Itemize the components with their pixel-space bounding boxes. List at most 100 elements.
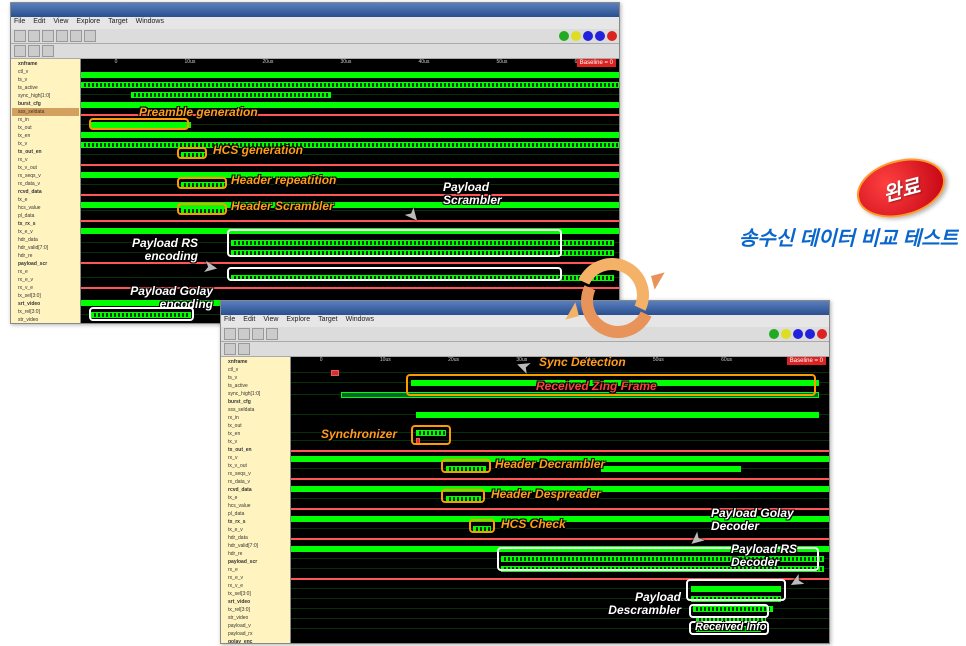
menu-windows[interactable]: Windows xyxy=(136,18,164,28)
tree-item[interactable]: sss_seldata xyxy=(12,108,79,116)
tree-item[interactable]: hdr_re xyxy=(12,252,79,260)
tree-item[interactable]: srt_video xyxy=(222,598,289,606)
tree-item[interactable]: rx_v_e xyxy=(222,582,289,590)
tree-item[interactable]: tx_en xyxy=(12,132,79,140)
tree-item[interactable]: tx_sel[3:0] xyxy=(12,292,79,300)
tree-item[interactable]: sync_high[1:0] xyxy=(222,390,289,398)
tool-btn[interactable] xyxy=(252,328,264,340)
tool-btn[interactable] xyxy=(84,30,96,42)
tree-item[interactable]: rx_seqs_v xyxy=(222,470,289,478)
tree-item[interactable]: tx_rel[3:0] xyxy=(12,308,79,316)
tree-item[interactable]: hdr_data xyxy=(12,236,79,244)
tree-item[interactable]: tx_out_en xyxy=(222,446,289,454)
status-icon[interactable] xyxy=(583,31,593,41)
tree-item[interactable]: sync_high[1:0] xyxy=(12,92,79,100)
tool-btn[interactable] xyxy=(14,45,26,57)
tree-item[interactable]: rx_seqs_v xyxy=(12,172,79,180)
tree-item[interactable]: payload_scr xyxy=(12,260,79,268)
tool-btn[interactable] xyxy=(56,30,68,42)
tool-btn[interactable] xyxy=(224,328,236,340)
tree-item[interactable]: pl_data xyxy=(12,212,79,220)
tree-item[interactable]: burst_cfg xyxy=(12,100,79,108)
tree-item[interactable]: hdr_data xyxy=(222,534,289,542)
tree-item[interactable]: sss_seldata xyxy=(222,406,289,414)
tree-item[interactable]: tx_v_out xyxy=(12,164,79,172)
tree-item[interactable]: tx_e xyxy=(12,196,79,204)
tree-item[interactable]: ts_active xyxy=(12,84,79,92)
tool-btn[interactable] xyxy=(224,343,236,355)
tree-item[interactable]: tx_rx_s xyxy=(222,518,289,526)
tree-item[interactable]: ctl_v xyxy=(12,68,79,76)
tree-item[interactable]: burst_cfg xyxy=(222,398,289,406)
tool-btn[interactable] xyxy=(238,328,250,340)
tree-item[interactable]: rx_in xyxy=(222,414,289,422)
tree-item[interactable]: tx_en xyxy=(222,430,289,438)
status-icon[interactable] xyxy=(559,31,569,41)
tree-item[interactable]: rx_data_v xyxy=(12,180,79,188)
tree-item[interactable]: hdr_valid[7:0] xyxy=(12,244,79,252)
tree-item[interactable]: tx_v_out xyxy=(222,462,289,470)
status-icon[interactable] xyxy=(571,31,581,41)
tree-item[interactable]: rx_in xyxy=(12,116,79,124)
signal-tree-tx[interactable]: xnframe ctl_v ts_v ts_active sync_high[1… xyxy=(11,59,81,323)
status-icon[interactable] xyxy=(769,329,779,339)
tree-item[interactable]: ts_active xyxy=(222,382,289,390)
tool-btn[interactable] xyxy=(42,30,54,42)
tool-btn[interactable] xyxy=(70,30,82,42)
tree-item[interactable]: xnframe xyxy=(222,358,289,366)
tool-btn[interactable] xyxy=(42,45,54,57)
status-icon[interactable] xyxy=(595,31,605,41)
status-icon[interactable] xyxy=(817,329,827,339)
tree-item[interactable]: rcvd_data xyxy=(12,188,79,196)
tool-btn[interactable] xyxy=(238,343,250,355)
tree-item[interactable]: tx_out_en xyxy=(12,148,79,156)
menu-file[interactable]: File xyxy=(14,18,25,28)
tree-item[interactable]: tx_v xyxy=(12,140,79,148)
status-icon[interactable] xyxy=(781,329,791,339)
tree-item[interactable]: rx_e_v xyxy=(12,276,79,284)
tree-item[interactable]: rx_data_v xyxy=(222,478,289,486)
tree-item[interactable]: xnframe xyxy=(12,60,79,68)
tree-item[interactable]: golay_enc xyxy=(222,638,289,643)
tree-item[interactable]: str_video xyxy=(12,316,79,323)
waveform-rx[interactable]: 010us 20us30us 40us50us 60us70us Baselin… xyxy=(291,357,829,643)
menu-target[interactable]: Target xyxy=(318,316,337,326)
tree-item[interactable]: tx_e_v xyxy=(222,526,289,534)
menu-edit[interactable]: Edit xyxy=(33,18,45,28)
menu-explore[interactable]: Explore xyxy=(286,316,310,326)
tree-item[interactable]: tx_sel[3:0] xyxy=(222,590,289,598)
tool-btn[interactable] xyxy=(28,30,40,42)
menu-edit[interactable]: Edit xyxy=(243,316,255,326)
tree-item[interactable]: rx_e xyxy=(222,566,289,574)
tree-item[interactable]: rx_v xyxy=(222,454,289,462)
titlebar-tx[interactable] xyxy=(11,3,619,17)
menu-target[interactable]: Target xyxy=(108,18,127,28)
menu-explore[interactable]: Explore xyxy=(76,18,100,28)
tree-item[interactable]: tx_rx_s xyxy=(12,220,79,228)
waveform-tx[interactable]: 010us 20us30us 40us50us 60us Baseline = … xyxy=(81,59,619,323)
tree-item[interactable]: payload_scr xyxy=(222,558,289,566)
status-icon[interactable] xyxy=(607,31,617,41)
tree-item[interactable]: rx_e_v xyxy=(222,574,289,582)
tree-item[interactable]: hcs_value xyxy=(222,502,289,510)
menu-view[interactable]: View xyxy=(263,316,278,326)
tree-item[interactable]: rx_e xyxy=(12,268,79,276)
titlebar-rx[interactable] xyxy=(221,301,829,315)
tree-item[interactable]: tx_out xyxy=(222,422,289,430)
tree-item[interactable]: rx_v_e xyxy=(12,284,79,292)
tree-item[interactable]: pl_data xyxy=(222,510,289,518)
menu-windows[interactable]: Windows xyxy=(346,316,374,326)
tree-item[interactable]: ts_v xyxy=(222,374,289,382)
tree-item[interactable]: tx_rel[3:0] xyxy=(222,606,289,614)
tree-item[interactable]: hcs_value xyxy=(12,204,79,212)
tree-item[interactable]: srt_video xyxy=(12,300,79,308)
menu-view[interactable]: View xyxy=(53,18,68,28)
signal-tree-rx[interactable]: xnframe ctl_v ts_v ts_active sync_high[1… xyxy=(221,357,291,643)
tree-item[interactable]: str_video xyxy=(222,614,289,622)
tool-btn[interactable] xyxy=(28,45,40,57)
tree-item[interactable]: tx_out xyxy=(12,124,79,132)
tree-item[interactable]: payload_v xyxy=(222,622,289,630)
tree-item[interactable]: ctl_v xyxy=(222,366,289,374)
tree-item[interactable]: payload_rx xyxy=(222,630,289,638)
status-icon[interactable] xyxy=(805,329,815,339)
